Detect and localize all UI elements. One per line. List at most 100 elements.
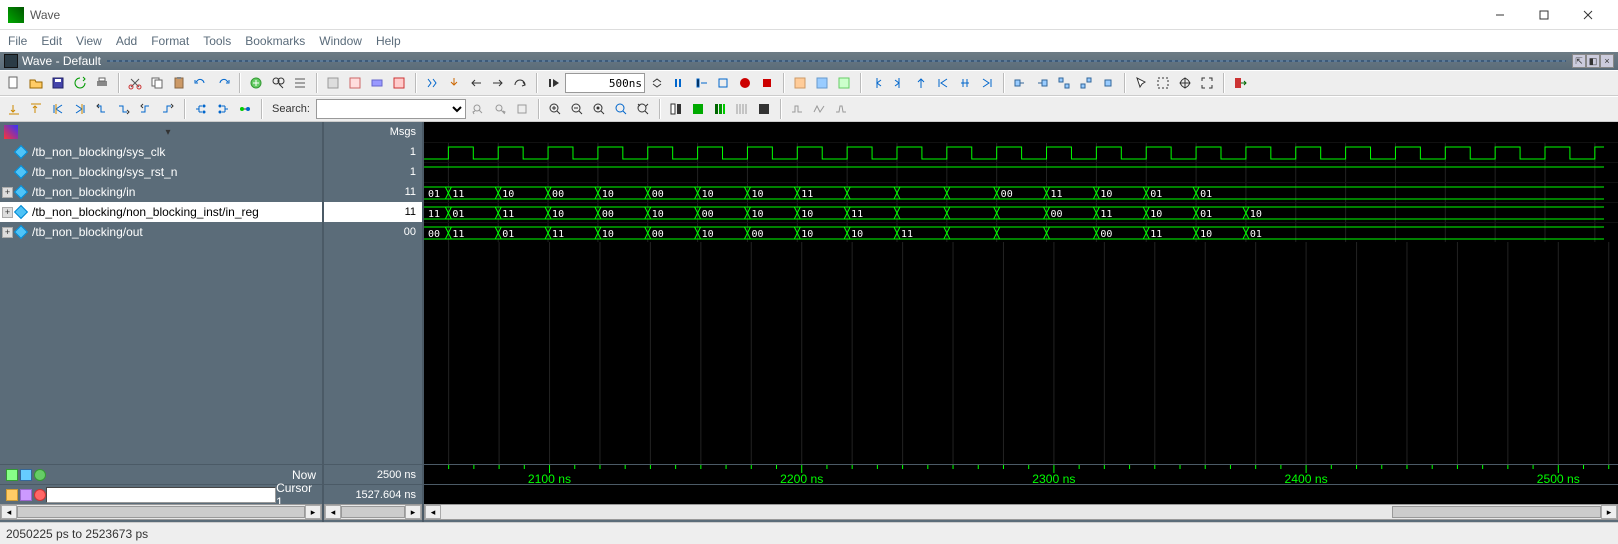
menu-help[interactable]: Help	[376, 34, 401, 48]
tool-a-icon[interactable]	[790, 73, 810, 93]
zoom-region-icon[interactable]	[1197, 73, 1217, 93]
signal-wave-cell[interactable]: 110111100010001010110011100110	[424, 202, 1618, 222]
link-cursor-icon[interactable]	[20, 489, 32, 501]
scroll-left-icon[interactable]: ◂	[325, 505, 341, 519]
scroll-left-icon[interactable]: ◂	[425, 505, 441, 519]
run-icon[interactable]	[669, 73, 689, 93]
assertion-icon[interactable]	[389, 73, 409, 93]
group-icon[interactable]	[191, 99, 211, 119]
search-options-icon[interactable]	[512, 99, 532, 119]
add-signal-icon[interactable]	[6, 469, 18, 481]
select-rect-icon[interactable]	[1153, 73, 1173, 93]
pointer-icon[interactable]	[1131, 73, 1151, 93]
minimize-button[interactable]	[1478, 1, 1522, 29]
step-over-icon[interactable]	[510, 73, 530, 93]
zoom-in-icon[interactable]	[545, 99, 565, 119]
signal-wave-cell[interactable]	[424, 162, 1618, 182]
collapse-all-icon[interactable]	[26, 99, 46, 119]
signal-name-column-header[interactable]: ▾	[0, 122, 324, 142]
tool-b-icon[interactable]	[812, 73, 832, 93]
scroll-right-icon[interactable]: ▸	[305, 505, 321, 519]
scroll-right-icon[interactable]: ▸	[405, 505, 421, 519]
menu-file[interactable]: File	[8, 34, 27, 48]
run-length-input[interactable]	[565, 73, 645, 93]
close-button[interactable]	[1566, 1, 1610, 29]
prev-falling-icon[interactable]	[92, 99, 112, 119]
run-continue-icon[interactable]	[691, 73, 711, 93]
add-wave-icon[interactable]	[246, 73, 266, 93]
breakpoint-1-icon[interactable]	[323, 73, 343, 93]
redo-icon[interactable]	[213, 73, 233, 93]
menu-edit[interactable]: Edit	[41, 34, 62, 48]
wave-hscroll[interactable]: ◂ ▸	[424, 504, 1618, 520]
search-next-icon[interactable]	[490, 99, 510, 119]
display-mode-3-icon[interactable]	[710, 99, 730, 119]
signal-hscroll[interactable]: ◂ ▸	[0, 504, 322, 520]
pan-icon[interactable]	[1175, 73, 1195, 93]
wave-plot-empty[interactable]	[424, 242, 1618, 464]
dataflow-5-icon[interactable]	[1098, 73, 1118, 93]
expand-icon[interactable]: +	[2, 227, 13, 238]
cursor-last-icon[interactable]	[977, 73, 997, 93]
cursor-up-icon[interactable]	[911, 73, 931, 93]
signal-wave-cell[interactable]: 001101111000100010101100111001	[424, 222, 1618, 242]
prev-rising-icon[interactable]	[136, 99, 156, 119]
cursor-name-input[interactable]	[46, 487, 276, 503]
maximize-button[interactable]	[1522, 1, 1566, 29]
add-marker-icon[interactable]	[34, 469, 46, 481]
search-prev-icon[interactable]	[468, 99, 488, 119]
signal-name-cell[interactable]: /tb_non_blocking/sys_rst_n	[0, 162, 324, 182]
paste-icon[interactable]	[169, 73, 189, 93]
time-axis[interactable]: 2100 ns2200 ns2300 ns2400 ns2500 ns	[424, 464, 1618, 484]
run-step-icon[interactable]	[713, 73, 733, 93]
cut-icon[interactable]	[125, 73, 145, 93]
next-transition-icon[interactable]	[70, 99, 90, 119]
cursor-prev-edge-icon[interactable]	[867, 73, 887, 93]
cursor-next-edge-icon[interactable]	[889, 73, 909, 93]
break-icon[interactable]	[735, 73, 755, 93]
stop-icon[interactable]	[757, 73, 777, 93]
dataflow-3-icon[interactable]	[1054, 73, 1074, 93]
memory-icon[interactable]	[367, 73, 387, 93]
reload-icon[interactable]	[70, 73, 90, 93]
zoom-out-icon[interactable]	[567, 99, 587, 119]
next-rising-icon[interactable]	[158, 99, 178, 119]
signal-wave-cell[interactable]	[424, 142, 1618, 162]
dataflow-2-icon[interactable]	[1032, 73, 1052, 93]
waveform-style-2-icon[interactable]	[809, 99, 829, 119]
zoom-full-icon[interactable]	[589, 99, 609, 119]
menu-tools[interactable]: Tools	[203, 34, 231, 48]
value-hscroll[interactable]: ◂ ▸	[324, 504, 422, 520]
dock-restore-button[interactable]: ◧	[1586, 54, 1600, 68]
ungroup-icon[interactable]	[213, 99, 233, 119]
run-restart-icon[interactable]	[422, 73, 442, 93]
display-mode-4-icon[interactable]	[732, 99, 752, 119]
cursor-sync-icon[interactable]	[955, 73, 975, 93]
dataflow-4-icon[interactable]	[1076, 73, 1096, 93]
menu-view[interactable]: View	[76, 34, 102, 48]
copy-icon[interactable]	[147, 73, 167, 93]
dock-close-button[interactable]: ×	[1600, 54, 1614, 68]
run-all-icon[interactable]	[543, 73, 563, 93]
cursor-track[interactable]	[424, 484, 1618, 504]
signal-name-cell[interactable]: /tb_non_blocking/sys_clk	[0, 142, 324, 162]
signal-options-icon[interactable]	[4, 125, 18, 139]
waveform-style-3-icon[interactable]	[831, 99, 851, 119]
cursor-first-icon[interactable]	[933, 73, 953, 93]
tool-c-icon[interactable]	[834, 73, 854, 93]
new-file-icon[interactable]	[4, 73, 24, 93]
signal-name-cell[interactable]: +/tb_non_blocking/in	[0, 182, 324, 202]
toggle-leaf-icon[interactable]	[20, 469, 32, 481]
signal-name-cell[interactable]: +/tb_non_blocking/out	[0, 222, 324, 242]
step-in-icon[interactable]	[444, 73, 464, 93]
signal-wave-cell[interactable]: 0111100010001010110011100101	[424, 182, 1618, 202]
find-icon[interactable]	[268, 73, 288, 93]
expand-icon[interactable]: +	[2, 207, 13, 218]
signal-name-cell[interactable]: +/tb_non_blocking/non_blocking_inst/in_r…	[0, 202, 324, 222]
menu-window[interactable]: Window	[319, 34, 362, 48]
search-combo[interactable]	[316, 99, 466, 119]
lock-cursor-icon[interactable]	[6, 489, 18, 501]
zoom-range-icon[interactable]	[633, 99, 653, 119]
menu-add[interactable]: Add	[116, 34, 137, 48]
print-icon[interactable]	[92, 73, 112, 93]
